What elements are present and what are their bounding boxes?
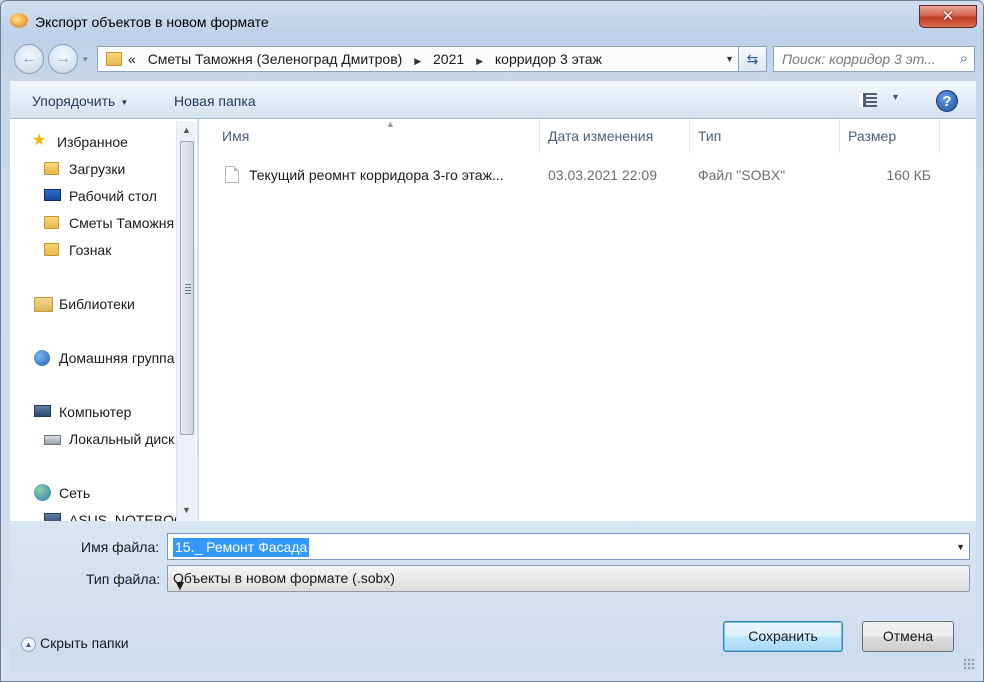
computer-icon	[44, 513, 61, 521]
address-bar[interactable]: « Сметы Таможня (Зеленоград Дмитров) ▶ 2…	[97, 46, 739, 72]
search-box[interactable]: ⌕	[773, 46, 975, 72]
organize-label: Упорядочить	[32, 93, 116, 109]
title-bar: Экспорт объектов в новом формате ✕	[1, 1, 983, 41]
save-form: Имя файла: 15._ Ремонт Фасада ▼ Тип файл…	[10, 521, 976, 673]
column-header-date[interactable]: Дата изменения	[540, 119, 690, 153]
sort-ascending-icon: ▲	[386, 119, 395, 129]
folder-icon	[44, 243, 59, 256]
back-button[interactable]: ←	[14, 44, 44, 74]
breadcrumb-separator-icon[interactable]: ▶	[414, 56, 421, 66]
organize-button[interactable]: Упорядочить ▼	[32, 93, 128, 109]
breadcrumb-overflow[interactable]: «	[128, 51, 136, 67]
hide-folders-toggle[interactable]: ▲ Скрыть папки	[21, 633, 129, 653]
refresh-button[interactable]: ⇆	[739, 46, 767, 72]
filename-label: Имя файла:	[81, 539, 160, 555]
file-list: Имя ▲ Дата изменения Тип Размер Текущий р…	[199, 119, 976, 521]
filename-field[interactable]: 15._ Ремонт Фасада ▼	[167, 533, 970, 560]
forward-button[interactable]: →	[48, 44, 78, 74]
scroll-up-icon[interactable]: ▲	[182, 125, 191, 135]
file-date: 03.03.2021 22:09	[548, 167, 657, 183]
file-name: Текущий реомнт корридора 3-го этаж...	[249, 167, 504, 183]
file-icon	[225, 166, 239, 183]
filetype-dropdown-icon[interactable]: ▼	[173, 573, 965, 598]
homegroup-icon	[34, 350, 50, 366]
column-header-name[interactable]: Имя ▲	[214, 119, 540, 153]
view-button[interactable]: ▼	[859, 91, 911, 111]
save-button[interactable]: Сохранить	[723, 621, 843, 652]
filename-dropdown-icon[interactable]: ▼	[956, 542, 965, 552]
new-folder-button[interactable]: Новая папка	[174, 93, 256, 109]
resize-grip[interactable]	[963, 658, 975, 670]
details-view-icon	[859, 93, 877, 107]
file-size: 160 КБ	[886, 167, 931, 183]
window-title: Экспорт объектов в новом формате	[35, 14, 269, 30]
breadcrumb-item[interactable]: корридор 3 этаж	[495, 51, 602, 67]
file-type: Файл "SOBX"	[698, 167, 786, 183]
folder-icon	[44, 162, 59, 175]
file-row[interactable]: Текущий реомнт корридора 3-го этаж... 03…	[199, 159, 976, 191]
filetype-select[interactable]: Объекты в новом формате (.sobx) ▼	[167, 565, 970, 593]
hide-folders-label: Скрыть папки	[40, 635, 129, 651]
navigation-scrollbar[interactable]: ▲ ▼	[176, 121, 196, 521]
close-button[interactable]: ✕	[919, 5, 977, 28]
breadcrumb-separator-icon[interactable]: ▶	[476, 56, 483, 66]
scrollbar-thumb[interactable]	[180, 141, 194, 435]
scroll-down-icon[interactable]: ▼	[182, 505, 191, 515]
filetype-label: Тип файла:	[86, 571, 161, 587]
breadcrumb: « Сметы Таможня (Зеленоград Дмитров) ▶ 2…	[128, 47, 610, 71]
address-dropdown-icon[interactable]: ▼	[725, 54, 734, 64]
column-header-type[interactable]: Тип	[690, 119, 840, 153]
libraries-icon	[34, 297, 53, 312]
folder-icon	[44, 216, 59, 229]
search-icon[interactable]: ⌕	[960, 50, 968, 67]
command-bar: Упорядочить ▼ Новая папка ▼ ?	[10, 81, 976, 119]
app-icon	[10, 13, 28, 28]
cancel-button[interactable]: Отмена	[862, 621, 954, 652]
column-header-size[interactable]: Размер	[840, 119, 940, 153]
network-icon	[34, 484, 51, 501]
chevron-up-icon: ▲	[21, 636, 36, 652]
navigation-pane: ★ Избранное Загрузки Рабочий стол Сметы Т…	[10, 119, 198, 521]
breadcrumb-item[interactable]: 2021	[433, 51, 464, 67]
folder-icon	[106, 52, 122, 66]
navigation-bar: ← → ▾ « Сметы Таможня (Зеленоград Дмитро…	[1, 41, 983, 81]
star-icon: ★	[32, 132, 47, 149]
computer-icon	[34, 405, 51, 417]
search-input[interactable]	[774, 47, 950, 71]
chevron-down-icon: ▼	[891, 92, 900, 102]
desktop-icon	[44, 189, 61, 201]
drive-icon	[44, 435, 61, 445]
recent-pages-dropdown[interactable]: ▾	[83, 54, 88, 65]
breadcrumb-item[interactable]: Сметы Таможня (Зеленоград Дмитров)	[148, 51, 403, 67]
chevron-down-icon: ▼	[120, 97, 129, 107]
filename-input[interactable]: 15._ Ремонт Фасада	[173, 538, 310, 557]
help-icon[interactable]: ?	[936, 90, 958, 112]
save-dialog: Экспорт объектов в новом формате ✕ ← → ▾…	[0, 0, 984, 682]
